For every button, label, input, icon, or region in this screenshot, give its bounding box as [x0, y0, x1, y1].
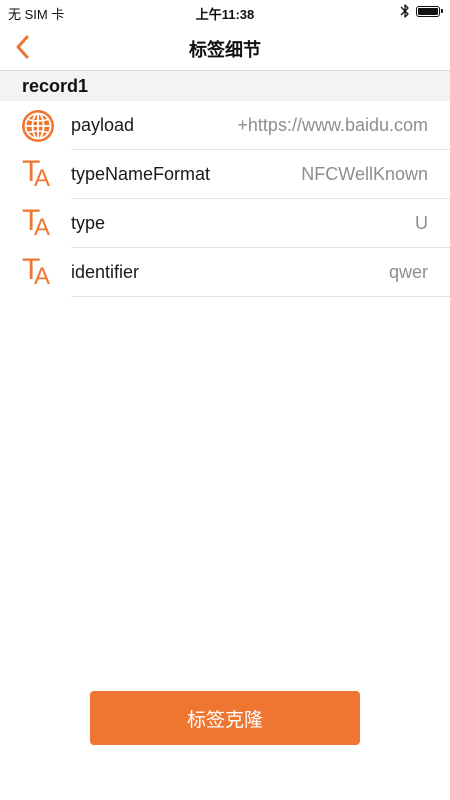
row-divider [71, 296, 450, 297]
clone-tag-button[interactable]: 标签克隆 [90, 691, 360, 745]
row-value: U [415, 213, 428, 233]
record-detail-list: payload +https://www.baidu.com T A typeN… [0, 101, 450, 297]
page-title: 标签细节 [189, 40, 261, 60]
row-label: typeNameFormat [71, 164, 211, 184]
row-value: qwer [388, 262, 428, 282]
row-value: NFCWellKnown [301, 164, 428, 184]
battery-icon [416, 5, 443, 17]
text-format-icon: T A [22, 155, 51, 192]
text-format-icon: T A [22, 204, 51, 241]
detail-row-type[interactable]: T A type U [0, 199, 450, 248]
navigation-bar: 标签细节 [0, 24, 450, 71]
section-header: record1 [0, 71, 450, 101]
detail-row-identifier[interactable]: T A identifier qwer [0, 248, 450, 297]
section-title: record1 [22, 76, 89, 96]
bluetooth-icon [400, 4, 409, 18]
row-label: payload [71, 115, 135, 135]
status-time: 上午11:38 [195, 7, 255, 22]
row-label: identifier [71, 262, 140, 282]
globe-icon [20, 108, 56, 144]
text-format-icon: T A [22, 253, 51, 290]
battery-level [418, 7, 438, 15]
detail-row-type-name-format[interactable]: T A typeNameFormat NFCWellKnown [0, 150, 450, 199]
row-label: type [71, 213, 106, 233]
row-value: +https://www.baidu.com [237, 115, 428, 135]
status-bar: 无 SIM 卡 上午11:38 [0, 0, 450, 24]
status-indicators [400, 3, 443, 19]
detail-row-payload[interactable]: payload +https://www.baidu.com [0, 101, 450, 150]
